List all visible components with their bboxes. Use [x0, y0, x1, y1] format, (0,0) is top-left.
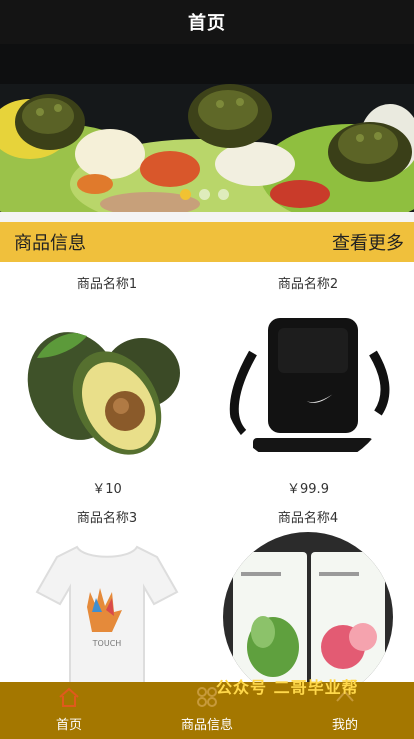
product-grid: 商品名称1 ￥10 商品名称2 ￥99.9 商品名称3 TOUCH 商品名称4: [0, 262, 414, 702]
product-name: 商品名称4: [277, 511, 339, 526]
product-card-2[interactable]: 商品名称2 ￥99.9: [208, 276, 408, 497]
section-title: 商品信息: [14, 233, 86, 254]
product-image-avocado[interactable]: [22, 298, 192, 468]
tab-home[interactable]: 首页: [0, 682, 138, 739]
product-price: ￥99.9: [287, 482, 329, 497]
watermark-text: 公众号 二哥毕业帮: [216, 678, 359, 697]
view-more-link[interactable]: 查看更多: [332, 229, 404, 255]
tab-label: 首页: [55, 718, 82, 733]
product-name: 商品名称1: [76, 277, 138, 292]
product-card-3[interactable]: 商品名称3 TOUCH: [7, 510, 207, 702]
carousel-dot-3[interactable]: [218, 189, 229, 200]
product-image-shoulder-bag[interactable]: [223, 298, 393, 468]
banner-image: [0, 44, 414, 212]
carousel-dots: [180, 189, 229, 200]
product-image-tshirt[interactable]: TOUCH: [22, 532, 192, 702]
page-title: 首页: [188, 13, 226, 34]
home-icon: [56, 684, 82, 710]
banner-carousel[interactable]: [0, 44, 414, 212]
tab-label: 我的: [331, 718, 358, 733]
app-screen: 首页 商品信息 查看更多 商品名称1 ￥10 商品名称2 ￥99.9 商品名称3…: [0, 0, 414, 739]
carousel-dot-1[interactable]: [180, 189, 191, 200]
product-name: 商品名称3: [76, 511, 138, 526]
product-name: 商品名称2: [277, 277, 339, 292]
tab-label: 商品信息: [180, 718, 233, 733]
top-header: 首页: [0, 0, 414, 44]
carousel-dot-2[interactable]: [199, 189, 210, 200]
product-price: ￥10: [92, 482, 122, 497]
product-card-1[interactable]: 商品名称1 ￥10: [7, 276, 207, 497]
svg-text:TOUCH: TOUCH: [92, 639, 122, 648]
section-header: 商品信息 查看更多: [0, 222, 414, 262]
